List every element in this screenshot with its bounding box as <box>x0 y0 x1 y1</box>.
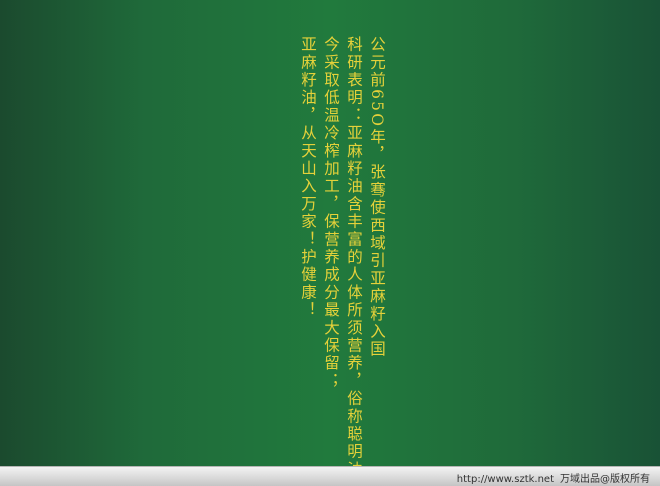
footer-url-link[interactable]: http://www.sztk.net <box>457 474 554 485</box>
vertical-text-block: 公元前65O年，张骞使西域引亚麻籽入国 科研表明：亚麻籽油含丰富的人体所须营养，… <box>296 36 388 466</box>
text-line-3: 今采取低温冷榨加工，保营养成分最大保留； <box>322 36 340 390</box>
text-line-4: 亚麻籽油，从天山入万家！护健康！ <box>299 36 317 320</box>
footer-bar: http://www.sztk.net 万域出品@版权所有 <box>0 466 660 486</box>
slide-canvas: 公元前65O年，张骞使西域引亚麻籽入国 科研表明：亚麻籽油含丰富的人体所须营养，… <box>0 0 660 466</box>
text-line-2: 科研表明：亚麻籽油含丰富的人体所须营养，俗称聪明油； <box>345 36 363 466</box>
footer-credit: 万域出品@版权所有 <box>560 474 650 485</box>
footer-text: http://www.sztk.net 万域出品@版权所有 <box>457 470 650 485</box>
text-line-1: 公元前65O年，张骞使西域引亚麻籽入国 <box>368 36 386 359</box>
